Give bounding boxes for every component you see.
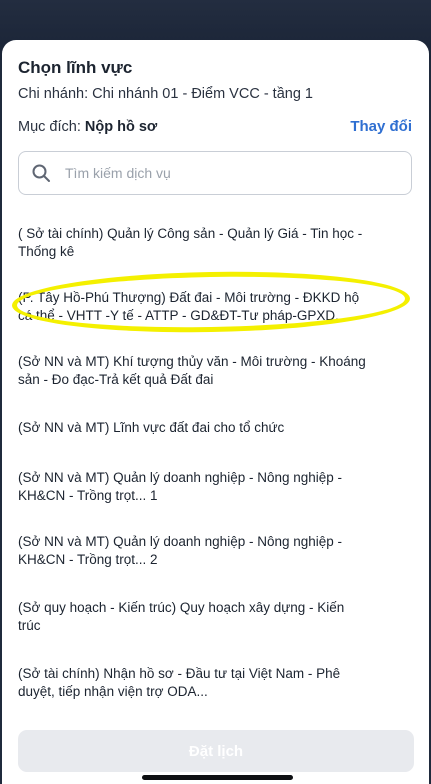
list-item[interactable]: (P. Tây Hồ-Phú Thượng) Đất đai - Môi trư… <box>18 289 388 325</box>
list-item[interactable]: (Sở tài chính) Nhận hồ sơ - Đầu tư tại V… <box>18 665 388 701</box>
list-item-line: ( Sở tài chính) Quản lý Công sản - Quản … <box>18 226 363 241</box>
list-item[interactable]: (Sở NN và MT) Lĩnh vực đất đai cho tổ ch… <box>18 419 388 437</box>
list-item-line: duyệt, tiếp nhận viện trợ ODA... <box>18 684 208 699</box>
list-item-line: (Sở quy hoạch - Kiến trúc) Quy hoạch xây… <box>18 600 345 615</box>
purpose-value: Nộp hồ sơ <box>84 119 158 135</box>
list-item[interactable]: ( Sở tài chính) Quản lý Công sản - Quản … <box>18 225 388 261</box>
purpose-row: Mục đích: Nộp hồ sơ Thay đổi <box>18 118 412 138</box>
search-input[interactable] <box>63 164 387 182</box>
list-item-line: (P. Tây Hồ-Phú Thượng) Đất đai - Môi trư… <box>18 290 360 305</box>
book-appointment-button[interactable]: Đặt lịch <box>18 730 414 772</box>
home-indicator <box>142 775 293 780</box>
list-item-line: KH&CN - Trồng trọt... 1 <box>18 488 158 503</box>
search-icon <box>19 151 63 195</box>
list-item-line: sản - Đo đạc-Trả kết quả Đất đai <box>18 372 214 387</box>
list-item-line: cá thể - VHTT -Y tế - ATTP - GD&ĐT-Tư ph… <box>18 308 347 323</box>
list-item-line: Thống kê <box>18 244 75 259</box>
list-item[interactable]: (Sở NN và MT) Quản lý doanh nghiệp - Nôn… <box>18 533 388 569</box>
list-item[interactable]: (Sở NN và MT) Khí tượng thủy văn - Môi t… <box>18 353 388 389</box>
list-item-line: (Sở tài chính) Nhận hồ sơ - Đầu tư tại V… <box>18 666 341 681</box>
search-box[interactable] <box>18 151 412 195</box>
branch-info: Chi nhánh: Chi nhánh 01 - Điểm VCC - tần… <box>18 86 313 102</box>
sheet-title: Chọn lĩnh vực <box>18 58 133 77</box>
list-item-line: (Sở NN và MT) Khí tượng thủy văn - Môi t… <box>18 354 366 369</box>
list-item-line: (Sở NN và MT) Quản lý doanh nghiệp - Nôn… <box>18 470 343 485</box>
list-item[interactable]: (Sở NN và MT) Quản lý doanh nghiệp - Nôn… <box>18 469 388 505</box>
change-purpose-button[interactable]: Thay đổi <box>350 118 412 135</box>
list-item-line: KH&CN - Trồng trọt... 2 <box>18 552 158 567</box>
list-item-line: (Sở NN và MT) Quản lý doanh nghiệp - Nôn… <box>18 534 343 549</box>
purpose-label: Mục đích: <box>18 119 85 135</box>
list-item-line: trúc <box>18 618 41 633</box>
list-item[interactable]: (Sở quy hoạch - Kiến trúc) Quy hoạch xây… <box>18 599 388 635</box>
select-field-sheet: Chọn lĩnh vực Chi nhánh: Chi nhánh 01 - … <box>2 40 429 784</box>
list-item-line: (Sở NN và MT) Lĩnh vực đất đai cho tổ ch… <box>18 420 285 435</box>
